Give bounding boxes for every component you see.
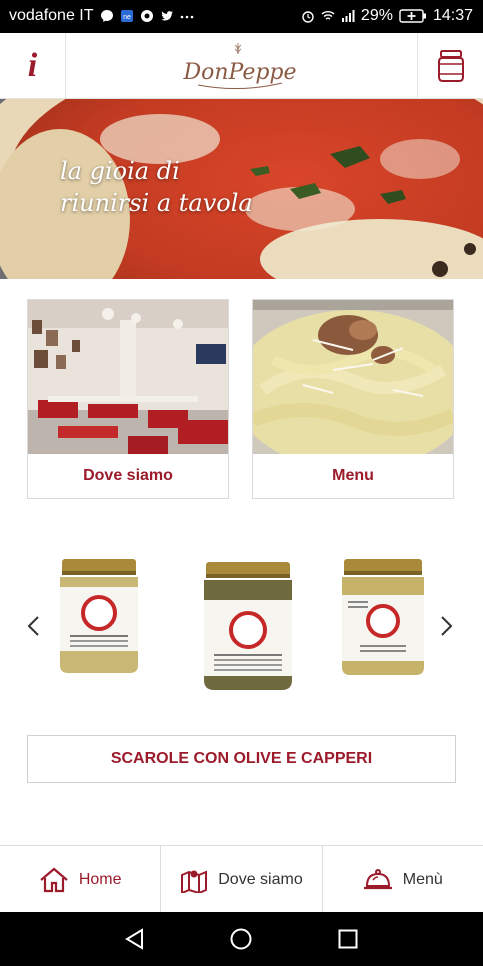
status-bar: vodafone IT ne 29% 14:37: [0, 0, 483, 33]
chevron-right-icon[interactable]: [436, 615, 456, 637]
nav-item-dove-siamo[interactable]: Dove siamo: [161, 846, 323, 913]
wifi-icon: [321, 11, 335, 20]
nav-label-dove-siamo: Dove siamo: [218, 870, 303, 888]
card-label-menu: Menu: [332, 467, 374, 484]
nav-item-menu[interactable]: Menù: [323, 846, 483, 913]
back-icon[interactable]: [124, 928, 146, 950]
jar-button[interactable]: [417, 33, 483, 98]
card-label-dove-siamo: Dove siamo: [83, 467, 173, 484]
alarm-icon: [302, 11, 314, 23]
info-icon: i: [27, 46, 38, 84]
product-jar-3[interactable]: [340, 557, 426, 677]
cloche-icon: [363, 868, 392, 889]
info-button[interactable]: i: [0, 33, 66, 98]
carrier-name: vodafone IT: [9, 7, 94, 24]
android-system-nav: [0, 912, 483, 966]
map-icon: [181, 869, 208, 893]
home-icon: [40, 867, 68, 892]
hero-line-1: la gioia di: [60, 157, 180, 185]
product-jar-2[interactable]: [200, 560, 296, 692]
home-circle-icon[interactable]: [230, 928, 252, 950]
chevron-left-icon[interactable]: [24, 615, 44, 637]
more-icon: [180, 15, 193, 19]
hero-line-2: riunirsi a tavola: [60, 189, 253, 217]
nav-label-home: Home: [78, 870, 122, 888]
signal-icon: [341, 10, 355, 22]
twitter-icon: [160, 11, 173, 21]
nav-item-home[interactable]: Home: [0, 846, 162, 913]
product-name-button[interactable]: SCAROLE CON OLIVE E CAPPERI: [27, 735, 456, 783]
nav-label-menu: Menù: [402, 870, 443, 888]
card-dove-siamo[interactable]: Dove siamo: [27, 299, 229, 499]
recents-icon[interactable]: [338, 929, 358, 949]
battery-percent: 29%: [360, 7, 393, 24]
brand-logo[interactable]: DonPeppe: [180, 39, 300, 93]
clock: 14:37: [432, 7, 473, 24]
bottom-navigation: Home Dove siamo Menù: [0, 845, 483, 913]
hero-tagline: la gioia di riunirsi a tavola: [60, 155, 253, 219]
messenger-icon: [100, 10, 113, 22]
product-jar-1[interactable]: [56, 557, 142, 675]
card-menu[interactable]: Menu: [252, 299, 454, 499]
notification-app-icon: ne: [120, 10, 133, 22]
product-carousel: [0, 545, 483, 705]
chrome-icon: [140, 10, 153, 22]
jar-icon: [437, 49, 464, 82]
svg-text:ne: ne: [123, 14, 131, 21]
app-header: i DonPeppe: [0, 33, 483, 99]
pasta-dish-image: [253, 300, 453, 454]
restaurant-interior-image: [28, 300, 228, 454]
battery-charging-icon: [399, 9, 426, 23]
svg-text:DonPeppe: DonPeppe: [182, 60, 296, 85]
hero-banner: la gioia di riunirsi a tavola: [0, 99, 483, 279]
